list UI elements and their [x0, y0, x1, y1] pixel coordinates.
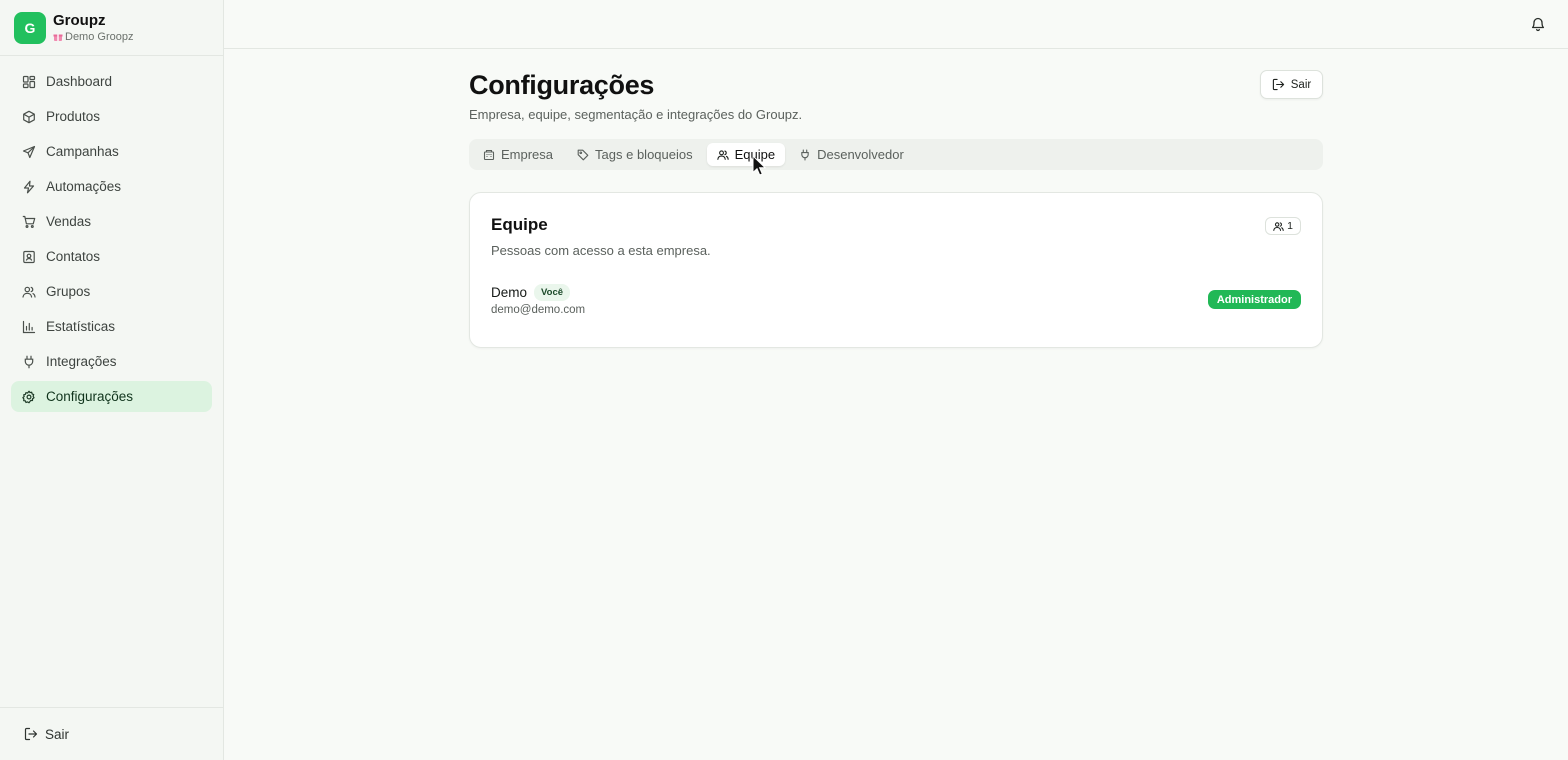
sidebar-item-label: Automações [46, 179, 122, 194]
logout-button[interactable]: Sair [1260, 70, 1323, 99]
building-icon [483, 149, 495, 161]
sidebar-item-estatisticas[interactable]: Estatísticas [11, 311, 212, 342]
sidebar-item-produtos[interactable]: Produtos [11, 101, 212, 132]
tab-empresa[interactable]: Empresa [473, 143, 563, 166]
gear-icon [22, 390, 36, 404]
send-icon [22, 145, 36, 159]
sidebar-item-configuracoes[interactable]: Configurações [11, 381, 212, 412]
team-card: Equipe Pessoas com acesso a esta empresa… [469, 192, 1323, 348]
plug-icon [799, 148, 811, 161]
sidebar-item-grupos[interactable]: Grupos [11, 276, 212, 307]
sidebar: G Groupz Demo Groopz Dashboard Produtos [0, 0, 224, 760]
top-bar [224, 0, 1568, 49]
page-subtitle: Empresa, equipe, segmentação e integraçõ… [469, 107, 803, 122]
logout-button-label: Sair [1290, 78, 1312, 91]
brand-header[interactable]: G Groupz Demo Groopz [0, 0, 223, 56]
bar-chart-icon [22, 320, 36, 334]
team-card-description: Pessoas com acesso a esta empresa. [491, 243, 711, 258]
users-icon [716, 149, 729, 161]
sidebar-logout-button[interactable]: Sair [0, 707, 223, 760]
member-name: Demo [491, 285, 528, 300]
sidebar-item-label: Estatísticas [46, 319, 116, 334]
brand-text: Groupz Demo Groopz [53, 12, 133, 43]
member-email: demo@demo.com [491, 304, 586, 316]
settings-tabs: Empresa Tags e bloqueios Equipe Desenvol… [469, 139, 1323, 170]
bell-icon[interactable] [1530, 16, 1546, 32]
sidebar-item-vendas[interactable]: Vendas [11, 206, 212, 237]
logout-icon [1272, 78, 1285, 91]
role-badge: Administrador [1207, 290, 1301, 309]
mouse-cursor-icon [752, 155, 766, 177]
plug-icon [22, 355, 36, 369]
tag-icon [577, 149, 589, 161]
sidebar-nav: Dashboard Produtos Campanhas Automações … [0, 56, 223, 412]
sidebar-item-automacoes[interactable]: Automações [11, 171, 212, 202]
tab-label: Empresa [501, 147, 554, 162]
sidebar-item-label: Dashboard [46, 74, 113, 89]
brand-logo: G [14, 11, 46, 44]
tab-label: Desenvolvedor [817, 147, 904, 162]
team-member-row: Demo Você demo@demo.com Administrador [491, 284, 1301, 318]
sidebar-item-label: Configurações [46, 389, 134, 404]
you-badge: Você [534, 284, 571, 301]
users-icon [22, 285, 36, 299]
workspace-label: Demo Groopz [65, 31, 134, 43]
dashboard-icon [22, 75, 36, 89]
sidebar-item-label: Produtos [46, 109, 101, 124]
zap-icon [22, 180, 36, 194]
sidebar-item-contatos[interactable]: Contatos [11, 241, 212, 272]
sidebar-item-label: Integrações [46, 354, 117, 369]
logout-icon [24, 727, 38, 741]
sidebar-item-label: Contatos [46, 249, 101, 264]
member-name-row: Demo Você [491, 284, 1301, 301]
package-icon [22, 110, 36, 124]
cart-icon [22, 215, 36, 229]
main-content: Configurações Empresa, equipe, segmentaç… [469, 70, 1323, 348]
brand-name: Groupz [53, 12, 106, 29]
tab-equipe[interactable]: Equipe [706, 143, 786, 166]
sidebar-item-label: Grupos [46, 284, 91, 299]
contact-icon [22, 250, 36, 264]
sidebar-item-integracoes[interactable]: Integrações [11, 346, 212, 377]
team-card-title: Equipe [491, 215, 548, 234]
member-count: 1 [1287, 220, 1293, 232]
sidebar-item-label: Vendas [46, 214, 92, 229]
member-count-badge: 1 [1265, 217, 1301, 235]
gift-icon [53, 32, 63, 42]
users-icon [1273, 221, 1284, 232]
tab-desenvolvedor[interactable]: Desenvolvedor [789, 143, 914, 166]
tab-label: Tags e bloqueios [595, 147, 693, 162]
sidebar-logout-label: Sair [45, 726, 70, 742]
page-title: Configurações [469, 70, 655, 100]
sidebar-item-label: Campanhas [46, 144, 119, 159]
workspace-name: Demo Groopz [53, 31, 133, 43]
sidebar-item-dashboard[interactable]: Dashboard [11, 66, 212, 97]
tab-tags-bloqueios[interactable]: Tags e bloqueios [567, 143, 703, 166]
sidebar-item-campanhas[interactable]: Campanhas [11, 136, 212, 167]
